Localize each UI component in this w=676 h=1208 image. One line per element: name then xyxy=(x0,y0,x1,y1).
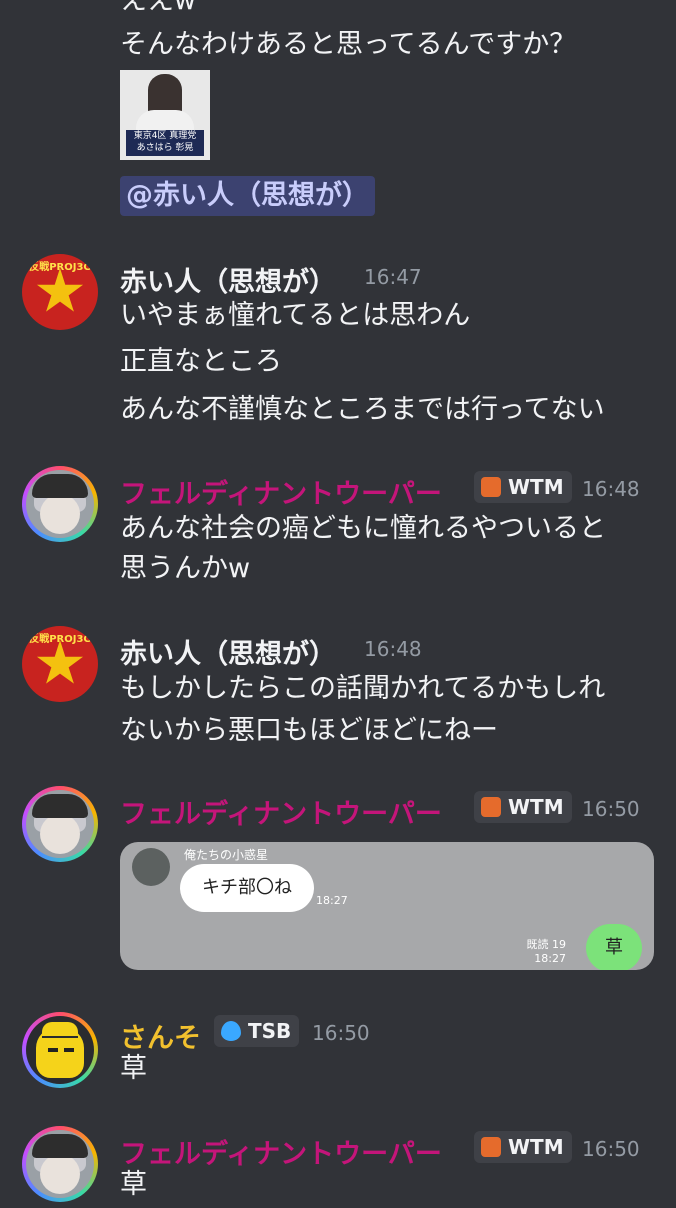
message-line: あんな不謹慎なところまでは行ってない xyxy=(120,394,605,425)
tag-icon xyxy=(481,477,501,497)
message-line: 草 xyxy=(120,1169,147,1200)
avatar[interactable] xyxy=(22,1012,98,1088)
tag-label: WTM xyxy=(508,1135,564,1159)
avatar-eye xyxy=(64,1048,74,1052)
message-line: 思うんかw xyxy=(120,553,251,584)
read-status: 既読 19 xyxy=(526,938,567,951)
chat-avatar xyxy=(132,848,170,886)
avatar[interactable]: 反戦PROJ3C xyxy=(22,626,98,702)
chat-sender: 俺たちの小惑星 xyxy=(184,848,269,862)
avatar[interactable] xyxy=(22,466,98,542)
tag-label: WTM xyxy=(508,475,564,499)
avatar[interactable] xyxy=(22,786,98,862)
outgoing-time: 18:27 xyxy=(534,952,566,965)
avatar-face xyxy=(40,494,80,534)
tag-icon xyxy=(481,797,501,817)
author-name[interactable]: フェルディナントウーパー xyxy=(120,1132,442,1171)
timestamp: 16:48 xyxy=(364,637,422,661)
user-mention[interactable]: @赤い人（思想が） xyxy=(120,176,375,216)
message-line: ええw xyxy=(120,0,197,16)
star-icon xyxy=(36,640,84,684)
tag-icon xyxy=(481,1137,501,1157)
avatar[interactable] xyxy=(22,1126,98,1202)
timestamp: 16:50 xyxy=(582,1137,640,1161)
incoming-time: 18:27 xyxy=(316,894,348,907)
avatar-image xyxy=(26,790,94,858)
timestamp: 16:50 xyxy=(312,1021,370,1045)
timestamp: 16:48 xyxy=(582,477,640,501)
outgoing-bubble: 草 xyxy=(586,924,642,970)
star-icon xyxy=(36,268,84,312)
message-line: 草 xyxy=(120,1053,147,1084)
avatar-hat xyxy=(32,474,88,498)
tag-icon xyxy=(221,1021,241,1041)
timestamp: 16:50 xyxy=(582,797,640,821)
author-name[interactable]: フェルディナントウーパー xyxy=(120,792,442,831)
avatar-face xyxy=(40,814,80,854)
avatar-cap xyxy=(42,1022,78,1038)
tag-label: TSB xyxy=(248,1019,292,1043)
avatar-face xyxy=(40,1154,80,1194)
avatar[interactable]: 反戦PROJ3C xyxy=(22,254,98,330)
avatar-text: 反戦PROJ3C xyxy=(29,262,91,273)
tag-label: WTM xyxy=(508,795,564,819)
message-line: ないから悪口もほどほどにねー xyxy=(120,715,498,746)
role-tag[interactable]: WTM xyxy=(474,791,572,823)
message-line: 正直なところ xyxy=(120,346,282,377)
avatar-hat xyxy=(32,794,88,818)
role-tag[interactable]: WTM xyxy=(474,1131,572,1163)
avatar-image xyxy=(26,1130,94,1198)
timestamp: 16:47 xyxy=(364,265,422,289)
avatar-image xyxy=(26,1016,94,1084)
board-small-text: 東京4区 真理党 xyxy=(133,131,197,141)
attached-image[interactable]: 東京4区 真理党 あさはら 彰晃 xyxy=(120,70,210,160)
name-board: 東京4区 真理党 あさはら 彰晃 xyxy=(126,130,204,156)
avatar-hat xyxy=(32,1134,88,1158)
avatar-eye xyxy=(48,1048,58,1052)
message-line: そんなわけあると思ってるんですか？ xyxy=(120,29,577,60)
board-name: あさはら 彰晃 xyxy=(136,143,194,153)
avatar-image xyxy=(26,470,94,538)
message-line: いやまぁ憧れてるとは思わん xyxy=(120,300,471,331)
message-line: もしかしたらこの話聞かれてるかもしれ xyxy=(120,673,606,704)
attached-screenshot[interactable]: 俺たちの小惑星 キチ部〇ね 18:27 既読 19 18:27 草 xyxy=(120,842,654,970)
avatar-text: 反戦PROJ3C xyxy=(29,634,91,645)
role-tag[interactable]: TSB xyxy=(214,1015,300,1047)
role-tag[interactable]: WTM xyxy=(474,471,572,503)
incoming-bubble: キチ部〇ね xyxy=(180,864,314,912)
